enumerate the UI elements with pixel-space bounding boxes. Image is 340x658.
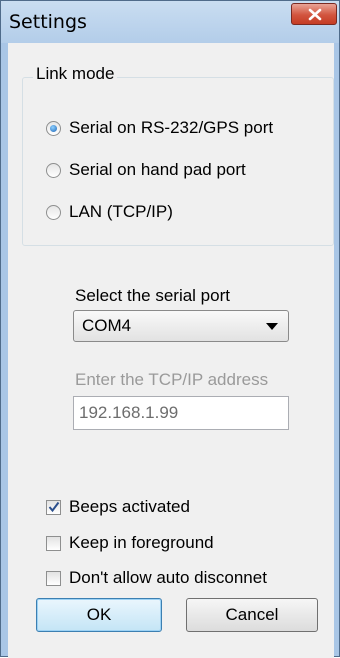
radio-serial-handpad[interactable]: Serial on hand pad port (46, 158, 246, 182)
radio-button[interactable] (46, 162, 61, 178)
cancel-button[interactable]: Cancel (186, 598, 318, 632)
checkbox-auto-disconnect[interactable]: Don't allow auto disconnet (46, 566, 267, 590)
checkbox-foreground[interactable]: Keep in foreground (46, 531, 214, 555)
checkbox-checked[interactable] (46, 499, 61, 515)
radio-lan[interactable]: LAN (TCP/IP) (46, 200, 173, 224)
serial-port-select[interactable]: COM4 (73, 310, 289, 342)
radio-label: Serial on RS-232/GPS port (69, 118, 274, 137)
link-mode-legend: Link mode (33, 64, 118, 84)
radio-button[interactable] (46, 204, 61, 220)
checkmark-icon (48, 501, 60, 512)
tcp-address-label: Enter the TCP/IP address (75, 370, 269, 389)
serial-port-value: COM4 (82, 316, 132, 335)
checkbox-beeps[interactable]: Beeps activated (46, 495, 190, 519)
radio-label: Serial on hand pad port (69, 160, 246, 179)
checkbox-label: Beeps activated (69, 497, 190, 516)
title-bar[interactable]: Settings (1, 1, 339, 43)
window-title: Settings (9, 11, 87, 33)
checkbox[interactable] (46, 535, 61, 551)
tcp-address-input[interactable]: 192.168.1.99 (73, 396, 289, 430)
serial-port-label: Select the serial port (75, 286, 230, 305)
radio-button-selected[interactable] (46, 120, 61, 136)
checkbox-label: Don't allow auto disconnet (69, 568, 267, 587)
checkbox-label: Keep in foreground (69, 533, 214, 552)
chevron-down-icon (266, 323, 278, 330)
tcp-address-value: 192.168.1.99 (79, 403, 179, 422)
checkbox[interactable] (46, 570, 61, 586)
radio-label: LAN (TCP/IP) (69, 202, 173, 221)
close-button[interactable] (291, 3, 337, 25)
radio-serial-rs232[interactable]: Serial on RS-232/GPS port (46, 116, 273, 140)
close-icon (308, 8, 322, 21)
ok-button[interactable]: OK (36, 598, 162, 632)
